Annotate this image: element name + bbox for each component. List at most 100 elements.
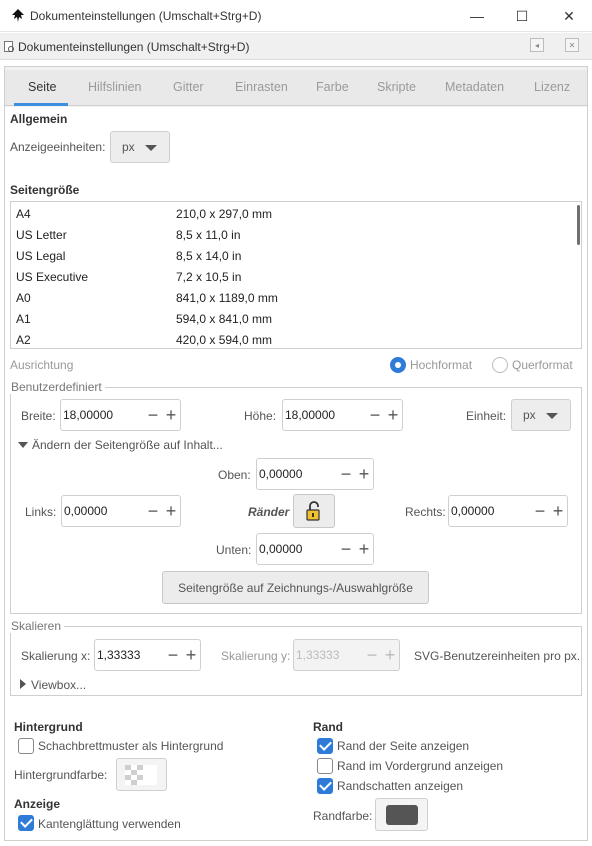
border-shadow-checkbox[interactable] — [317, 778, 333, 794]
top-margin-label: Oben: — [218, 468, 251, 482]
list-item[interactable]: A0 841,0 x 1189,0 mm — [16, 287, 566, 308]
dock-title: Dokumenteinstellungen (Umschalt+Strg+D) — [18, 40, 250, 54]
left-margin-spinbutton[interactable]: 0,00000 − + — [61, 495, 181, 527]
tab-skripte[interactable]: Skripte — [377, 80, 416, 94]
border-on-top-label: Rand im Vordergrund anzeigen — [337, 759, 504, 773]
orientation-label: Ausrichtung — [10, 358, 74, 372]
width-label: Breite: — [21, 409, 56, 423]
tab-gitter[interactable]: Gitter — [173, 80, 204, 94]
show-border-label: Rand der Seite anzeigen — [337, 739, 470, 753]
minus-icon[interactable]: − — [531, 496, 549, 526]
background-color-label: Hintergrundfarbe: — [14, 768, 108, 782]
bottom-margin-spinbutton[interactable]: 0,00000 − + — [256, 533, 374, 565]
border-heading: Rand — [313, 720, 343, 734]
scale-units-note: SVG-Benutzereinheiten pro px. — [414, 649, 581, 663]
minus-icon[interactable]: − — [164, 640, 182, 670]
scale-y-spinbutton: 1,33333 − + — [293, 639, 400, 671]
unit-dropdown[interactable]: px — [511, 399, 571, 431]
expander-open-icon[interactable] — [18, 442, 28, 448]
plus-icon[interactable]: + — [162, 400, 180, 430]
tab-einrasten[interactable]: Einrasten — [235, 80, 288, 94]
right-margin-label: Rechts: — [405, 505, 446, 519]
tab-farbe[interactable]: Farbe — [316, 80, 349, 94]
dock-header: Dokumenteinstellungen (Umschalt+Strg+D) … — [0, 33, 592, 60]
document-properties-icon — [4, 41, 14, 52]
margins-label: Ränder — [248, 505, 290, 519]
left-margin-label: Links: — [25, 505, 57, 519]
paper-format-list[interactable]: A4 210,0 x 297,0 mm US Letter 8,5 x 11,0 i… — [10, 201, 582, 349]
scale-title: Skalieren — [8, 619, 65, 633]
border-shadow-label: Randschatten anzeigen — [337, 779, 464, 793]
list-scrollbar[interactable] — [577, 205, 580, 245]
plus-icon[interactable]: + — [355, 459, 373, 489]
window-title: Dokumenteinstellungen (Umschalt+Strg+D) — [30, 9, 262, 23]
tab-metadaten[interactable]: Metadaten — [445, 80, 504, 94]
resize-to-drawing-button[interactable]: Seitengröße auf Zeichnungs-/Auswahlgröße — [162, 571, 429, 604]
landscape-radio[interactable] — [492, 357, 508, 373]
border-color-button[interactable] — [375, 798, 428, 831]
background-heading: Hintergrund — [14, 720, 83, 734]
tab-hilfslinien[interactable]: Hilfslinien — [88, 80, 142, 94]
resize-to-drawing-label: Seitengröße auf Zeichnungs-/Auswahlgröße — [178, 580, 413, 595]
maximize-button[interactable]: ☐ — [499, 0, 545, 32]
minimize-icon: — — [470, 8, 484, 24]
show-border-checkbox[interactable] — [317, 738, 333, 754]
plus-icon[interactable]: + — [384, 400, 402, 430]
antialias-label: Kantenglättung verwenden — [38, 817, 181, 831]
bottom-margin-value: 0,00000 — [259, 542, 303, 556]
close-button[interactable]: ✕ — [546, 0, 592, 32]
plus-icon[interactable]: + — [162, 496, 180, 526]
minus-icon[interactable]: − — [144, 496, 162, 526]
checkerboard-checkbox[interactable] — [18, 738, 34, 754]
scale-x-label: Skalierung x: — [21, 649, 91, 663]
viewbox-expander[interactable]: Viewbox... — [31, 678, 86, 692]
list-item[interactable]: US Letter 8,5 x 11,0 in — [16, 224, 566, 245]
pin-icon: ◂ — [534, 40, 539, 50]
list-item[interactable]: A1 594,0 x 841,0 mm — [16, 308, 566, 329]
resize-to-content-expander[interactable]: Ändern der Seitengröße auf Inhalt... — [32, 438, 223, 452]
window-titlebar: Dokumenteinstellungen (Umschalt+Strg+D) … — [0, 0, 592, 32]
general-heading: Allgemein — [10, 112, 68, 126]
plus-icon[interactable]: + — [549, 496, 567, 526]
minimize-button[interactable]: — — [454, 0, 500, 32]
display-units-value: px — [122, 140, 135, 154]
list-item[interactable]: A4 210,0 x 297,0 mm — [16, 203, 566, 224]
plus-icon[interactable]: + — [355, 534, 373, 564]
list-item[interactable]: US Legal 8,5 x 14,0 in — [16, 245, 566, 266]
radio-dot-icon — [395, 362, 401, 368]
dock-close-button[interactable]: ✕ — [565, 38, 579, 52]
lock-margins-button[interactable] — [293, 494, 335, 528]
tab-lizenz[interactable]: Lizenz — [534, 80, 570, 94]
custom-size-title: Benutzerdefiniert — [8, 380, 105, 394]
plus-icon[interactable]: + — [182, 640, 200, 670]
border-color-swatch — [386, 805, 418, 825]
minus-icon[interactable]: − — [366, 400, 384, 430]
top-margin-value: 0,00000 — [259, 467, 303, 481]
minus-icon[interactable]: − — [337, 459, 355, 489]
checkerboard-label: Schachbrettmuster als Hintergrund — [38, 739, 224, 753]
minus-icon[interactable]: − — [144, 400, 162, 430]
plus-icon: + — [384, 645, 396, 665]
width-spinbutton[interactable]: 18,00000 − + — [60, 399, 181, 431]
dock-pin-button[interactable]: ◂ — [530, 38, 544, 52]
chevron-down-icon — [145, 145, 157, 151]
scale-x-spinbutton[interactable]: 1,33333 − + — [94, 639, 201, 671]
checkerboard-swatch-icon — [125, 765, 157, 785]
height-spinbutton[interactable]: 18,00000 − + — [282, 399, 403, 431]
display-units-dropdown[interactable]: px — [110, 131, 170, 163]
expander-closed-icon[interactable] — [20, 679, 26, 689]
list-item[interactable]: A2 420,0 x 594,0 mm — [16, 329, 566, 348]
list-item[interactable]: US Executive 7,2 x 10,5 in — [16, 266, 566, 287]
portrait-radio[interactable] — [390, 357, 406, 373]
antialias-checkbox[interactable] — [18, 815, 34, 831]
active-tab-indicator — [14, 103, 68, 106]
background-color-button[interactable] — [116, 758, 167, 791]
right-margin-spinbutton[interactable]: 0,00000 − + — [448, 495, 568, 527]
border-on-top-checkbox[interactable] — [317, 758, 333, 774]
landscape-label: Querformat — [512, 358, 573, 372]
tab-seite[interactable]: Seite — [28, 80, 57, 94]
top-margin-spinbutton[interactable]: 0,00000 − + — [256, 458, 374, 490]
unit-value: px — [523, 408, 536, 422]
minus-icon[interactable]: − — [337, 534, 355, 564]
close-icon: ✕ — [563, 7, 575, 24]
